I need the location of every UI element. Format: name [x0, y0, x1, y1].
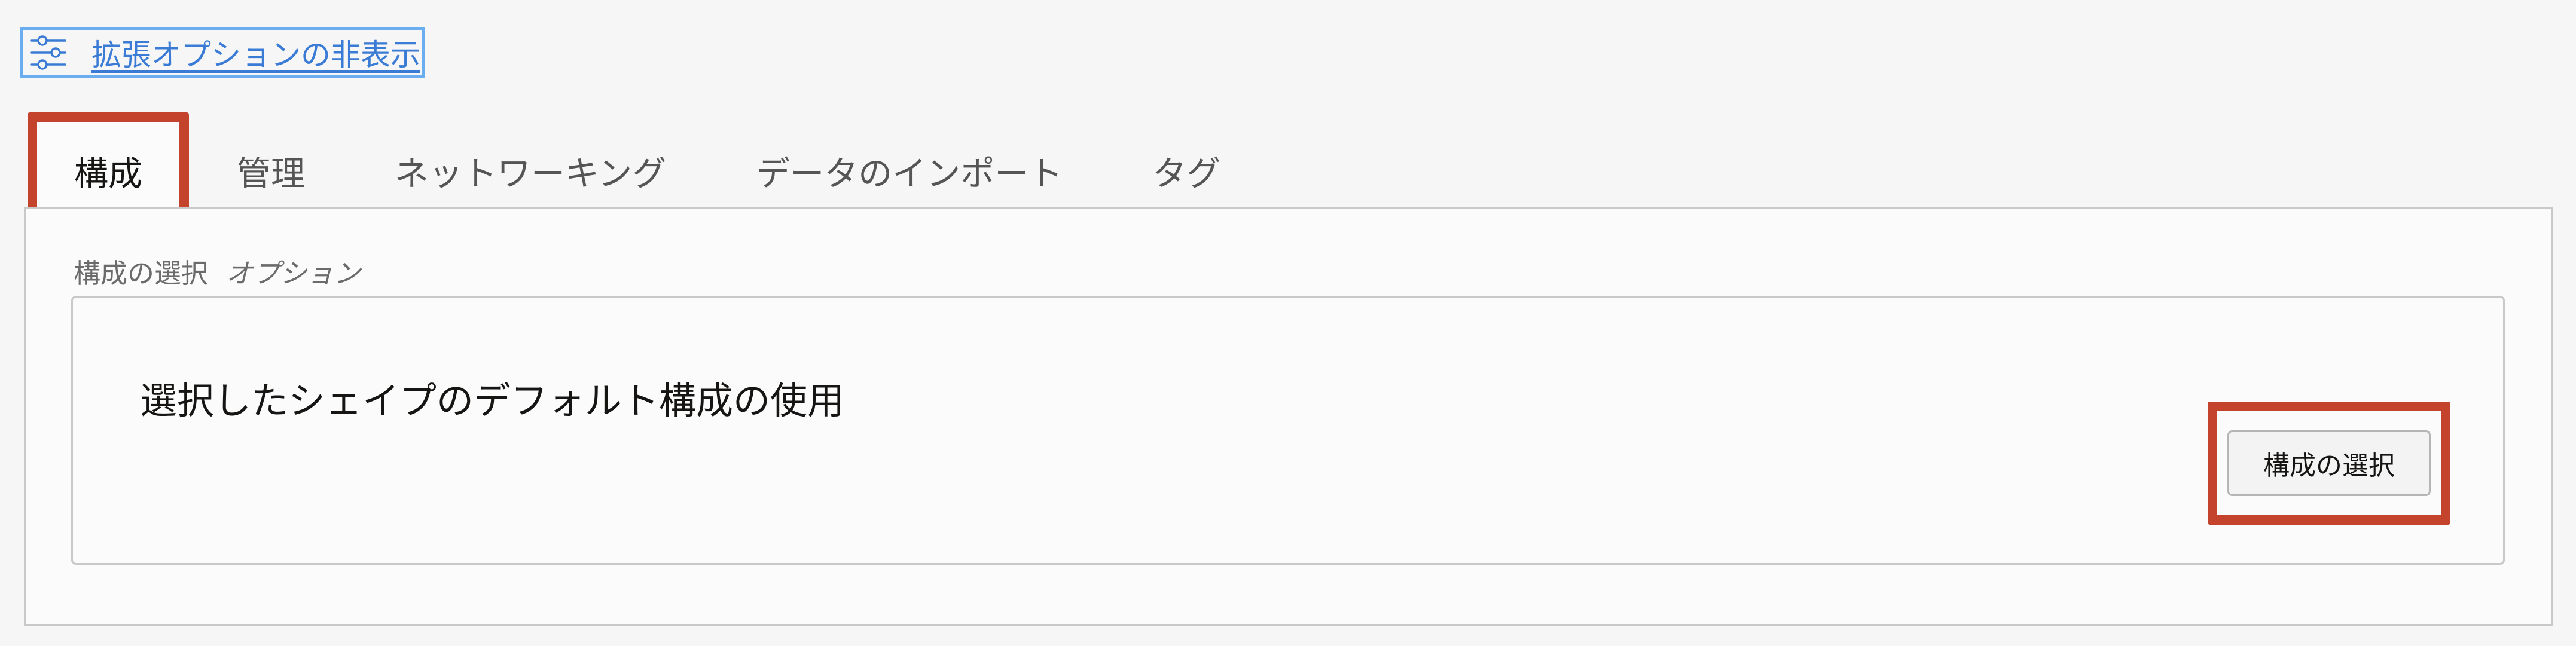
current-configuration-text: 選択したシェイプのデフォルト構成の使用: [140, 379, 845, 422]
hide-advanced-options-link[interactable]: 拡張オプションの非表示: [20, 27, 425, 78]
select-configuration-field-label: 構成の選択 オプション: [74, 252, 361, 290]
field-label-text: 構成の選択: [74, 258, 209, 289]
sliders-icon: [29, 33, 68, 72]
optional-label: オプション: [226, 258, 361, 289]
select-configuration-button-highlight: 構成の選択: [2208, 402, 2450, 525]
select-configuration-button[interactable]: 構成の選択: [2227, 430, 2431, 496]
configuration-summary-box: 選択したシェイプのデフォルト構成の使用: [71, 296, 2505, 565]
configuration-tab-panel: 構成の選択 オプション 選択したシェイプのデフォルト構成の使用: [24, 207, 2553, 626]
hide-advanced-options-label[interactable]: 拡張オプションの非表示: [91, 31, 420, 74]
